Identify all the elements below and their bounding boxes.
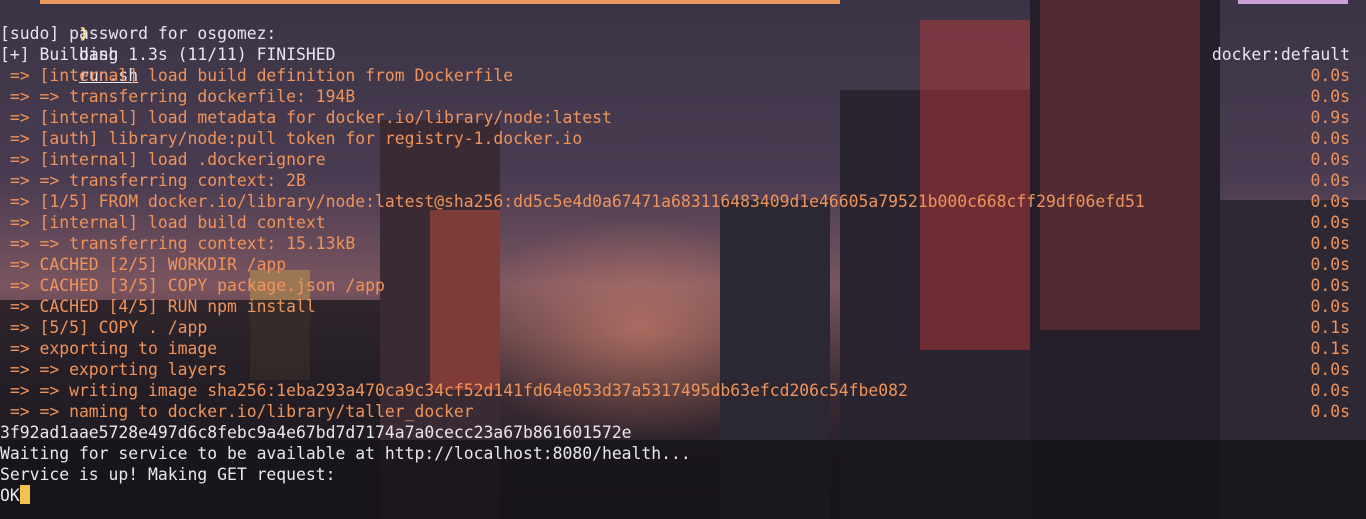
output-line-text: => => naming to docker.io/library/taller… [0, 402, 474, 421]
last-output-line: OK [0, 485, 1366, 506]
step-duration: 0.0s [1310, 129, 1350, 148]
output-lines: [sudo] password for osgomez: [+] Building… [0, 23, 1366, 485]
output-line-text: => [5/5] COPY . /app [0, 318, 208, 337]
output-line-text: => [internal] load build context [0, 213, 326, 232]
output-line: [+] Building 1.3s (11/11) FINISHED docker… [0, 44, 1366, 65]
output-line: => [internal] load metadata for docker.i… [0, 107, 1366, 128]
step-duration: 0.0s [1310, 66, 1350, 85]
output-line: => CACHED [3/5] COPY package.json /app 0.… [0, 275, 1366, 296]
output-line-text: 3f92ad1aae5728e497d6c8febc9a4e67bd7d7174… [0, 423, 632, 442]
step-duration: 0.0s [1310, 297, 1350, 316]
output-line: => exporting to image 0.1s [0, 338, 1366, 359]
output-line: => => exporting layers 0.0s [0, 359, 1366, 380]
output-line: => => writing image sha256:1eba293a470ca… [0, 380, 1366, 401]
output-line: => => transferring context: 2B 0.0s [0, 170, 1366, 191]
step-duration: 0.0s [1310, 234, 1350, 253]
output-line-text: [sudo] password for osgomez: [0, 24, 277, 43]
terminal-window[interactable]: ❱ bash run.sh [sudo] password for osgome… [0, 0, 1366, 519]
step-duration: 0.0s [1310, 276, 1350, 295]
output-line-text: => [internal] load .dockerignore [0, 150, 326, 169]
output-line-text: => [auth] library/node:pull token for re… [0, 129, 583, 148]
output-line-text: Service is up! Making GET request: [0, 465, 336, 484]
step-duration: 0.1s [1310, 318, 1350, 337]
output-line: Waiting for service to be available at h… [0, 443, 1366, 464]
output-line-text: => exporting to image [0, 339, 218, 358]
output-line-text: => [1/5] FROM docker.io/library/node:lat… [0, 192, 1145, 211]
step-duration: 0.0s [1310, 87, 1350, 106]
output-line-text: => => transferring context: 2B [0, 171, 306, 190]
output-line: => [internal] load .dockerignore 0.0s [0, 149, 1366, 170]
prompt-line: ❱ bash run.sh [0, 2, 1366, 85]
output-line-text: => => transferring dockerfile: 194B [0, 87, 356, 106]
step-duration: 0.0s [1310, 171, 1350, 190]
step-duration: 0.0s [1310, 150, 1350, 169]
output-line: Service is up! Making GET request: [0, 464, 1366, 485]
builder-name: docker:default [1211, 45, 1350, 64]
output-line: => CACHED [4/5] RUN npm install 0.0s [0, 296, 1366, 317]
step-duration: 0.0s [1310, 213, 1350, 232]
terminal-output: ❱ bash run.sh [sudo] password for osgome… [0, 2, 1366, 506]
output-line-text: => => writing image sha256:1eba293a470ca… [0, 381, 908, 400]
step-duration: 0.0s [1310, 255, 1350, 274]
output-line-text: [+] Building 1.3s (11/11) FINISHED [0, 45, 336, 64]
step-duration: 0.0s [1310, 381, 1350, 400]
output-line: => => transferring dockerfile: 194B 0.0s [0, 86, 1366, 107]
output-line-text: => => transferring context: 15.13kB [0, 234, 356, 253]
step-duration: 0.0s [1310, 402, 1350, 421]
step-duration: 0.9s [1310, 108, 1350, 127]
output-line: => [5/5] COPY . /app 0.1s [0, 317, 1366, 338]
output-line: => [internal] load build context 0.0s [0, 212, 1366, 233]
output-line-text: => CACHED [4/5] RUN npm install [0, 297, 316, 316]
output-line: => => transferring context: 15.13kB 0.0s [0, 233, 1366, 254]
step-duration: 0.1s [1310, 339, 1350, 358]
output-line-text: => CACHED [3/5] COPY package.json /app [0, 276, 385, 295]
step-duration: 0.0s [1310, 192, 1350, 211]
output-line: => [auth] library/node:pull token for re… [0, 128, 1366, 149]
cursor-block [19, 485, 30, 504]
output-line: => CACHED [2/5] WORKDIR /app 0.0s [0, 254, 1366, 275]
output-line: => [internal] load build definition from… [0, 65, 1366, 86]
output-line-text: => CACHED [2/5] WORKDIR /app [0, 255, 287, 274]
output-line-text: => [internal] load metadata for docker.i… [0, 108, 612, 127]
output-line: => [1/5] FROM docker.io/library/node:lat… [0, 191, 1366, 212]
step-duration: 0.0s [1310, 360, 1350, 379]
output-line-text: Waiting for service to be available at h… [0, 444, 691, 463]
output-line-text: => => exporting layers [0, 360, 227, 379]
last-output-text: OK [0, 486, 20, 505]
output-line: [sudo] password for osgomez: [0, 23, 1366, 44]
output-line: 3f92ad1aae5728e497d6c8febc9a4e67bd7d7174… [0, 422, 1366, 443]
output-line-text: => [internal] load build definition from… [0, 66, 514, 85]
output-line: => => naming to docker.io/library/taller… [0, 401, 1366, 422]
